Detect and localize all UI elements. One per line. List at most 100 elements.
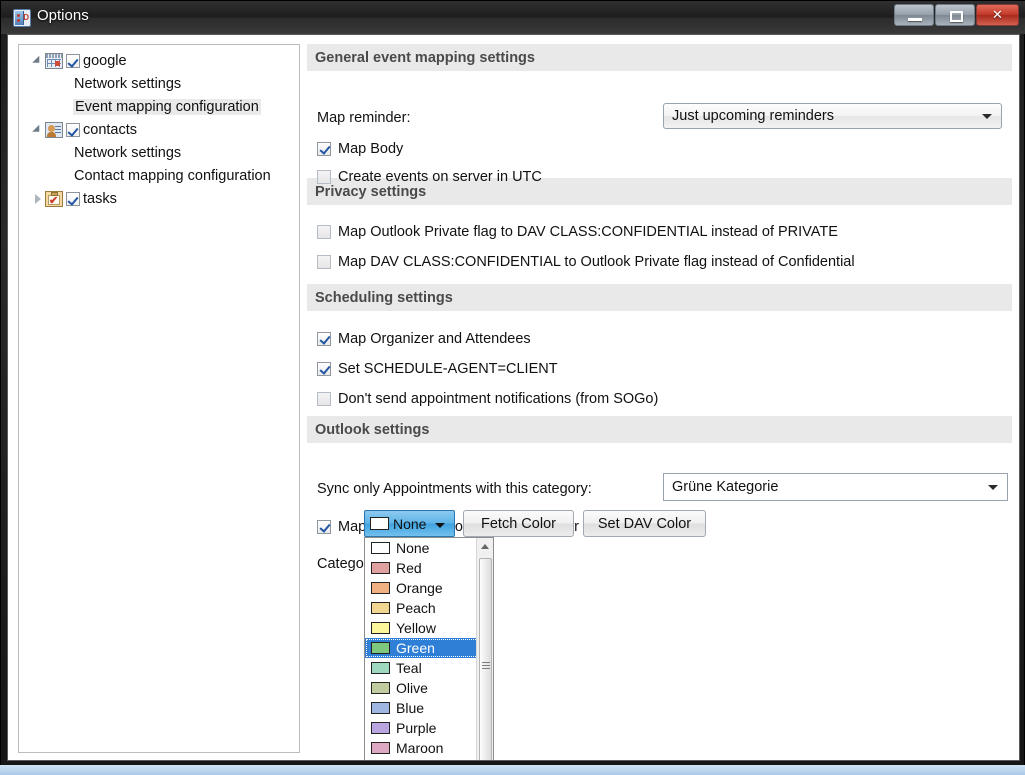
dropdown-item-label: Purple: [396, 720, 437, 736]
tree-node-google[interactable]: google: [19, 49, 299, 72]
chevron-down-icon: [988, 485, 998, 490]
tree-checkbox-google[interactable]: [66, 53, 80, 68]
calendar-icon: [45, 52, 63, 69]
chevron-down-icon: [435, 523, 445, 528]
tree-label: Event mapping configuration: [73, 98, 261, 115]
scroll-up-icon[interactable]: [477, 538, 493, 555]
tree-node-contacts[interactable]: contacts: [19, 118, 299, 141]
tree-label-tasks: tasks: [83, 190, 117, 207]
scrollbar-grip-icon: [482, 661, 490, 670]
color-swatch-yellow: [371, 622, 390, 634]
sync-category-value: Grüne Kategorie: [672, 479, 779, 495]
tree-checkbox-contacts[interactable]: [66, 122, 80, 137]
dropdown-item-teal[interactable]: Teal: [365, 658, 493, 678]
dropdown-item-label: Maroon: [396, 740, 444, 756]
color-swatch-peach: [371, 602, 390, 614]
title-bar: D Options ✕: [1, 1, 1025, 34]
color-swatch-blue: [371, 702, 390, 714]
minimize-button[interactable]: [894, 4, 934, 26]
dropdown-item-label: Olive: [396, 680, 428, 696]
color-swatch-purple: [371, 722, 390, 734]
color-swatch-teal: [371, 662, 390, 674]
dropdown-item-none[interactable]: None: [365, 538, 493, 558]
maximize-button[interactable]: [935, 4, 975, 26]
client-area: google Network settings Event mapping co…: [7, 34, 1020, 761]
checkbox-map-organizer-attendees[interactable]: [317, 332, 331, 346]
set-dav-color-button[interactable]: Set DAV Color: [583, 510, 706, 537]
map-reminder-combobox[interactable]: Just upcoming reminders: [663, 103, 1002, 129]
dropdown-scrollbar[interactable]: [476, 538, 493, 760]
color-swatch-red: [371, 562, 390, 574]
tree-label: Contact mapping configuration: [74, 167, 271, 184]
dropdown-item-maroon[interactable]: Maroon: [365, 738, 493, 758]
dropdown-item-olive[interactable]: Olive: [365, 678, 493, 698]
dropdown-item-label: Teal: [396, 660, 422, 676]
close-button[interactable]: ✕: [976, 4, 1019, 26]
dropdown-item-red[interactable]: Red: [365, 558, 493, 578]
close-icon: ✕: [992, 7, 1003, 22]
checkbox-row-create-events-utc[interactable]: Create events on server in UTC: [307, 163, 542, 191]
dropdown-item-green[interactable]: Green: [365, 638, 479, 658]
fetch-color-button[interactable]: Fetch Color: [463, 510, 574, 537]
dropdown-item-orange[interactable]: Orange: [365, 578, 493, 598]
color-dropdown-items: None Red Orange Peach Yellow Green Teal Olive Bl…: [365, 538, 493, 761]
dropdown-item-steel[interactable]: Steel: [365, 758, 493, 761]
checkbox-map-body[interactable]: [317, 142, 331, 156]
checkbox-label: Map DAV CLASS:CONFIDENTIAL to Outlook Pr…: [338, 254, 855, 270]
dropdown-item-label: Yellow: [396, 620, 436, 636]
checkbox-row-map-confidential-to-private[interactable]: Map DAV CLASS:CONFIDENTIAL to Outlook Pr…: [307, 248, 855, 276]
color-swatch-orange: [371, 582, 390, 594]
section-header-scheduling: Scheduling settings: [307, 284, 1012, 311]
checkbox-create-events-utc[interactable]: [317, 170, 331, 184]
section-header-general: General event mapping settings: [307, 44, 1012, 71]
tree-node-tasks[interactable]: ✔ tasks: [19, 187, 299, 210]
checkbox-row-map-organizer-attendees[interactable]: Map Organizer and Attendees: [307, 325, 531, 353]
color-swatch-none: [371, 542, 390, 554]
desktop-taskbar-sliver: [0, 765, 1025, 775]
checkbox-label: Don't send appointment notifications (fr…: [338, 391, 659, 407]
dropdown-item-blue[interactable]: Blue: [365, 698, 493, 718]
dropdown-item-label: Peach: [396, 600, 436, 616]
checkbox-map-calendar-color[interactable]: [317, 520, 331, 534]
sync-category-combobox[interactable]: Grüne Kategorie: [663, 473, 1008, 501]
scrollbar-thumb[interactable]: [479, 558, 492, 760]
options-app-icon: D: [13, 9, 31, 27]
tree-label: Network settings: [74, 144, 182, 161]
tree-checkbox-tasks[interactable]: [66, 191, 80, 206]
checkbox-label: Create events on server in UTC: [338, 169, 542, 185]
checkbox-dont-send-notifications[interactable]: [317, 392, 331, 406]
map-reminder-value: Just upcoming reminders: [672, 108, 834, 124]
dropdown-item-label: Steel: [396, 760, 428, 761]
sync-category-label: Sync only Appointments with this categor…: [317, 481, 592, 497]
account-tree[interactable]: google Network settings Event mapping co…: [18, 44, 300, 753]
category-color-combobox[interactable]: None: [364, 510, 455, 537]
tasks-clipboard-icon: ✔: [45, 190, 63, 207]
minimize-icon: [908, 18, 922, 21]
tree-label: Network settings: [74, 75, 182, 92]
dropdown-item-yellow[interactable]: Yellow: [365, 618, 493, 638]
checkbox-label: Map Body: [338, 141, 404, 157]
expander-closed-icon[interactable]: [29, 187, 45, 210]
checkbox-row-dont-send-notifications[interactable]: Don't send appointment notifications (fr…: [307, 385, 658, 413]
tree-node-google-network-settings[interactable]: Network settings: [19, 72, 299, 95]
checkbox-map-private-to-confidential[interactable]: [317, 225, 331, 239]
section-header-outlook: Outlook settings: [307, 416, 1012, 443]
tree-node-contact-mapping-configuration[interactable]: Contact mapping configuration: [19, 164, 299, 187]
expander-open-icon[interactable]: [29, 118, 45, 141]
checkbox-map-confidential-to-private[interactable]: [317, 255, 331, 269]
checkbox-row-map-body[interactable]: Map Body: [307, 135, 403, 163]
expander-open-icon[interactable]: [29, 49, 45, 72]
checkbox-label: Map Outlook Private flag to DAV CLASS:CO…: [338, 224, 838, 240]
map-reminder-label: Map reminder:: [317, 110, 411, 126]
checkbox-set-schedule-agent[interactable]: [317, 362, 331, 376]
dropdown-item-peach[interactable]: Peach: [365, 598, 493, 618]
tree-node-contacts-network-settings[interactable]: Network settings: [19, 141, 299, 164]
dropdown-item-purple[interactable]: Purple: [365, 718, 493, 738]
checkbox-row-map-private-to-confidential[interactable]: Map Outlook Private flag to DAV CLASS:CO…: [307, 218, 838, 246]
tree-node-event-mapping-configuration[interactable]: Event mapping configuration: [19, 95, 299, 118]
dropdown-item-label: Orange: [396, 580, 443, 596]
checkbox-row-set-schedule-agent[interactable]: Set SCHEDULE-AGENT=CLIENT: [307, 355, 558, 383]
section-body-general: Map reminder: Just upcoming reminders Ma…: [307, 71, 1012, 185]
color-dropdown-list[interactable]: None Red Orange Peach Yellow Green Teal Olive Bl…: [364, 537, 494, 761]
window-title: Options: [37, 7, 89, 24]
